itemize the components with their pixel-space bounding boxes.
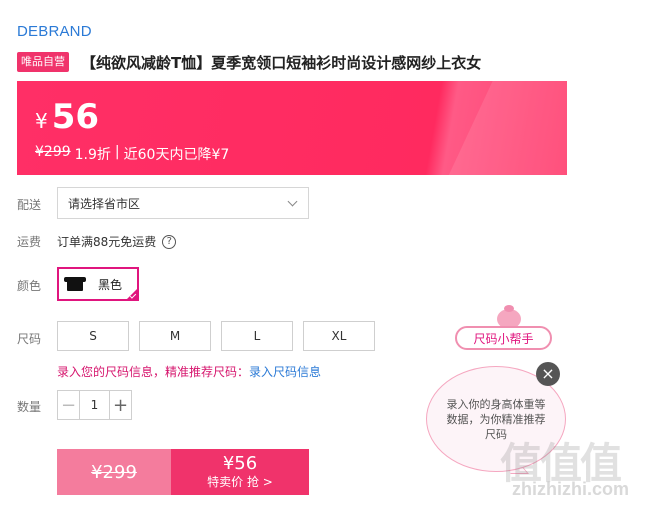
- price-separator: |: [114, 144, 120, 160]
- quantity-plus-button[interactable]: +: [109, 391, 131, 419]
- quantity-label: 数量: [17, 400, 42, 414]
- shipping-label: 运费: [17, 235, 42, 249]
- help-icon[interactable]: ?: [162, 234, 177, 249]
- current-price: ¥ 56: [35, 97, 99, 137]
- delivery-label: 配送: [17, 198, 42, 212]
- color-swatch-image: [62, 271, 88, 297]
- currency-symbol: ¥: [35, 109, 48, 133]
- self-operated-badge: 唯品自营: [17, 52, 69, 72]
- size-tip-text: 录入您的尺码信息，精准推荐尺码：: [57, 365, 250, 379]
- sale-buy-button[interactable]: ¥56 特卖价 抢 >: [171, 449, 309, 495]
- color-label: 颜色: [17, 279, 42, 293]
- brand-name[interactable]: DEBRAND: [17, 23, 92, 40]
- size-option-s[interactable]: S: [57, 321, 129, 351]
- original-price: ¥299: [35, 144, 71, 160]
- quantity-value[interactable]: 1: [80, 398, 109, 412]
- price-details: ¥299 1.9折 | 近60天内已降¥7: [35, 144, 229, 164]
- color-option-black[interactable]: 黑色: [57, 267, 139, 301]
- shipping-text: 订单满88元免运费: [57, 235, 157, 249]
- buy-button-group: ¥299 ¥56 特卖价 抢 >: [57, 449, 309, 495]
- mascot-icon: [494, 305, 524, 329]
- size-option-xl[interactable]: XL: [303, 321, 375, 351]
- price-banner: ¥ 56 ¥299 1.9折 | 近60天内已降¥7: [17, 81, 567, 175]
- size-option-l[interactable]: L: [221, 321, 293, 351]
- color-option-label: 黑色: [98, 277, 123, 292]
- price-drop-note: 近60天内已降¥7: [123, 147, 230, 163]
- region-select-placeholder: 请选择省市区: [68, 196, 141, 211]
- original-price-button[interactable]: ¥299: [57, 449, 171, 495]
- sale-label: 特卖价 抢 >: [207, 475, 273, 489]
- discount-rate: 1.9折: [74, 147, 111, 163]
- size-helper-button[interactable]: 尺码小帮手: [455, 326, 552, 350]
- shipping-info: 订单满88元免运费 ?: [57, 233, 177, 250]
- current-price-value: 56: [51, 97, 100, 137]
- watermark-text: zhizhizhi.com: [512, 479, 629, 499]
- size-option-m[interactable]: M: [139, 321, 211, 351]
- quantity-minus-button[interactable]: −: [58, 391, 80, 419]
- close-icon[interactable]: ×: [536, 362, 560, 386]
- chevron-down-icon: [287, 196, 298, 207]
- product-title: 【纯欲风减龄T恤】夏季宽领口短袖衫时尚设计感网纱上衣女: [81, 53, 482, 72]
- quantity-stepper: − 1 +: [57, 390, 132, 420]
- sale-price: ¥56: [222, 453, 258, 474]
- region-select[interactable]: 请选择省市区: [57, 187, 309, 219]
- size-tip: 录入您的尺码信息，精准推荐尺码：录入尺码信息: [57, 363, 321, 380]
- product-title-row: 唯品自营 【纯欲风减龄T恤】夏季宽领口短袖衫时尚设计感网纱上衣女: [17, 51, 481, 73]
- size-info-link[interactable]: 录入尺码信息: [249, 365, 321, 379]
- size-label: 尺码: [17, 332, 42, 346]
